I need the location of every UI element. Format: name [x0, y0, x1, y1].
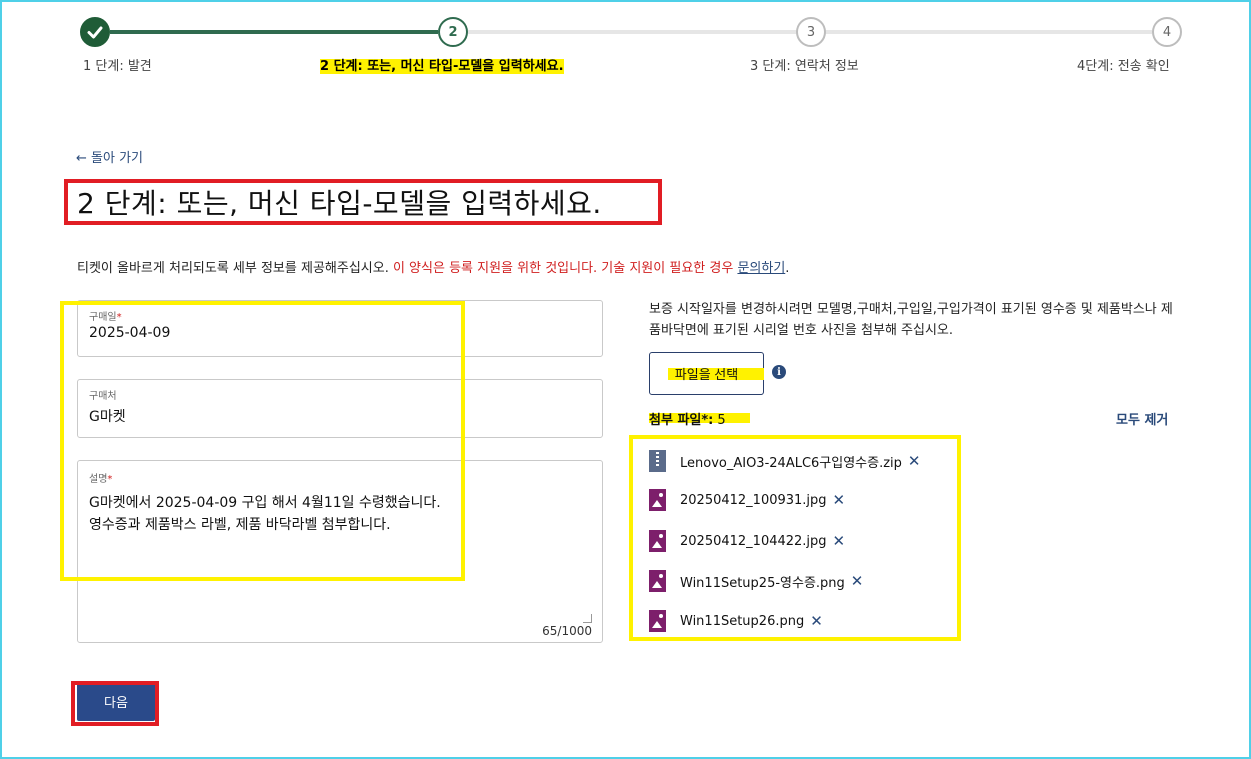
notice-text: 티켓이 올바르게 처리되도록 세부 정보를 제공해주십시오. — [77, 261, 393, 276]
resize-handle-icon[interactable] — [583, 614, 592, 623]
stepper-track-done — [110, 30, 438, 34]
step-1-label: 1 단계: 발견 — [83, 59, 152, 74]
step-4-label: 4단계: 전송 확인 — [1077, 59, 1170, 74]
form-notice: 티켓이 올바르게 처리되도록 세부 정보를 제공해주십시오. 이 양식은 등록 … — [77, 257, 789, 276]
attachment-help-text: 보증 시작일자를 변경하시려면 모델명,구매처,구입일,구입가격이 표기된 영수… — [649, 302, 1173, 338]
character-counter: 65/1000 — [542, 624, 592, 638]
annotation-attachments-box — [629, 435, 961, 641]
page-title: 2 단계: 또는, 머신 타입-모델을 입력하세요. — [77, 187, 602, 220]
attachments-count: 5 — [717, 413, 726, 428]
annotation-form-box — [60, 301, 465, 581]
contact-link[interactable]: 문의하기 — [737, 261, 785, 276]
notice-warning: 이 양식은 등록 지원을 위한 것입니다. 기술 지원이 필요한 경우 — [392, 261, 738, 276]
step-3-circle: 3 — [796, 17, 826, 47]
step-1-check-icon — [80, 17, 110, 47]
step-4-circle: 4 — [1152, 17, 1182, 47]
attachments-label: 첨부 파일*: 5 — [649, 413, 726, 428]
remove-all-button[interactable]: 모두 제거 — [1116, 409, 1168, 428]
step-2-label: 2 단계: 또는, 머신 타입-모델을 입력하세요. — [320, 59, 564, 74]
notice-period: . — [785, 261, 790, 276]
annotation-next-box — [71, 681, 159, 726]
step-2-circle: 2 — [438, 17, 468, 47]
back-link[interactable]: ← 돌아 가기 — [76, 147, 143, 166]
choose-file-button[interactable]: 파일을 선택 — [649, 352, 764, 395]
info-icon[interactable]: i — [772, 365, 786, 379]
step-3-label: 3 단계: 연락처 정보 — [750, 59, 859, 74]
